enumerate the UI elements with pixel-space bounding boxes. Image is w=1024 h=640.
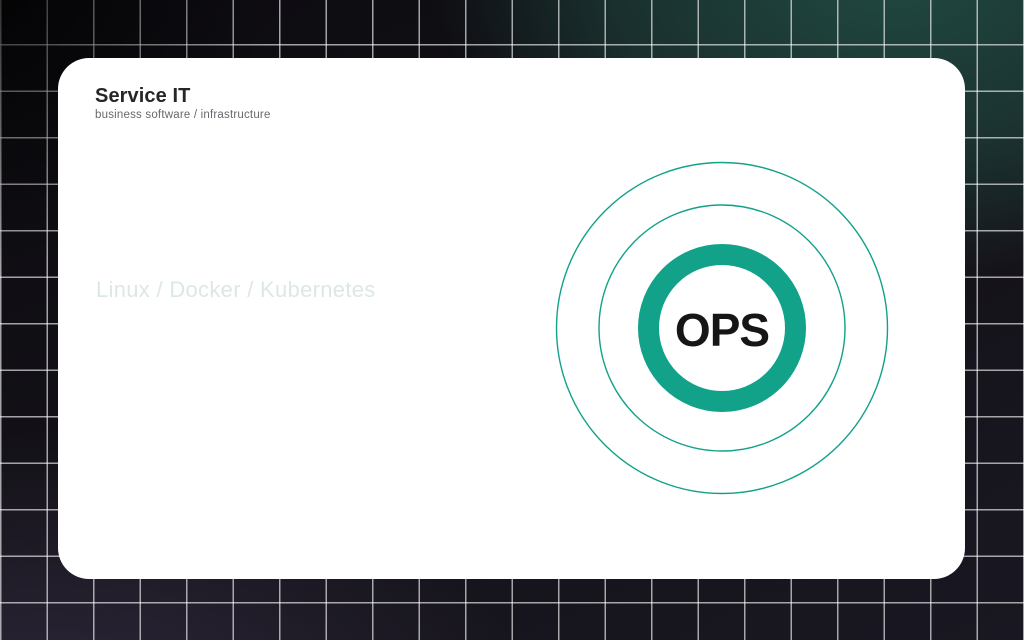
brand-subtitle: business software / infrastructure — [95, 109, 271, 123]
slide-card: Service IT business software / infrastru… — [58, 58, 965, 579]
concentric-rings-graphic: OPS — [552, 158, 892, 498]
tech-stack-watermark: Linux / Docker / Kubernetes — [96, 276, 376, 305]
brand-title: Service IT — [95, 85, 271, 107]
rings-center-label: OPS — [675, 304, 769, 356]
grid-backdrop: Service IT business software / infrastru… — [0, 0, 1024, 640]
brand-block: Service IT business software / infrastru… — [95, 85, 271, 123]
